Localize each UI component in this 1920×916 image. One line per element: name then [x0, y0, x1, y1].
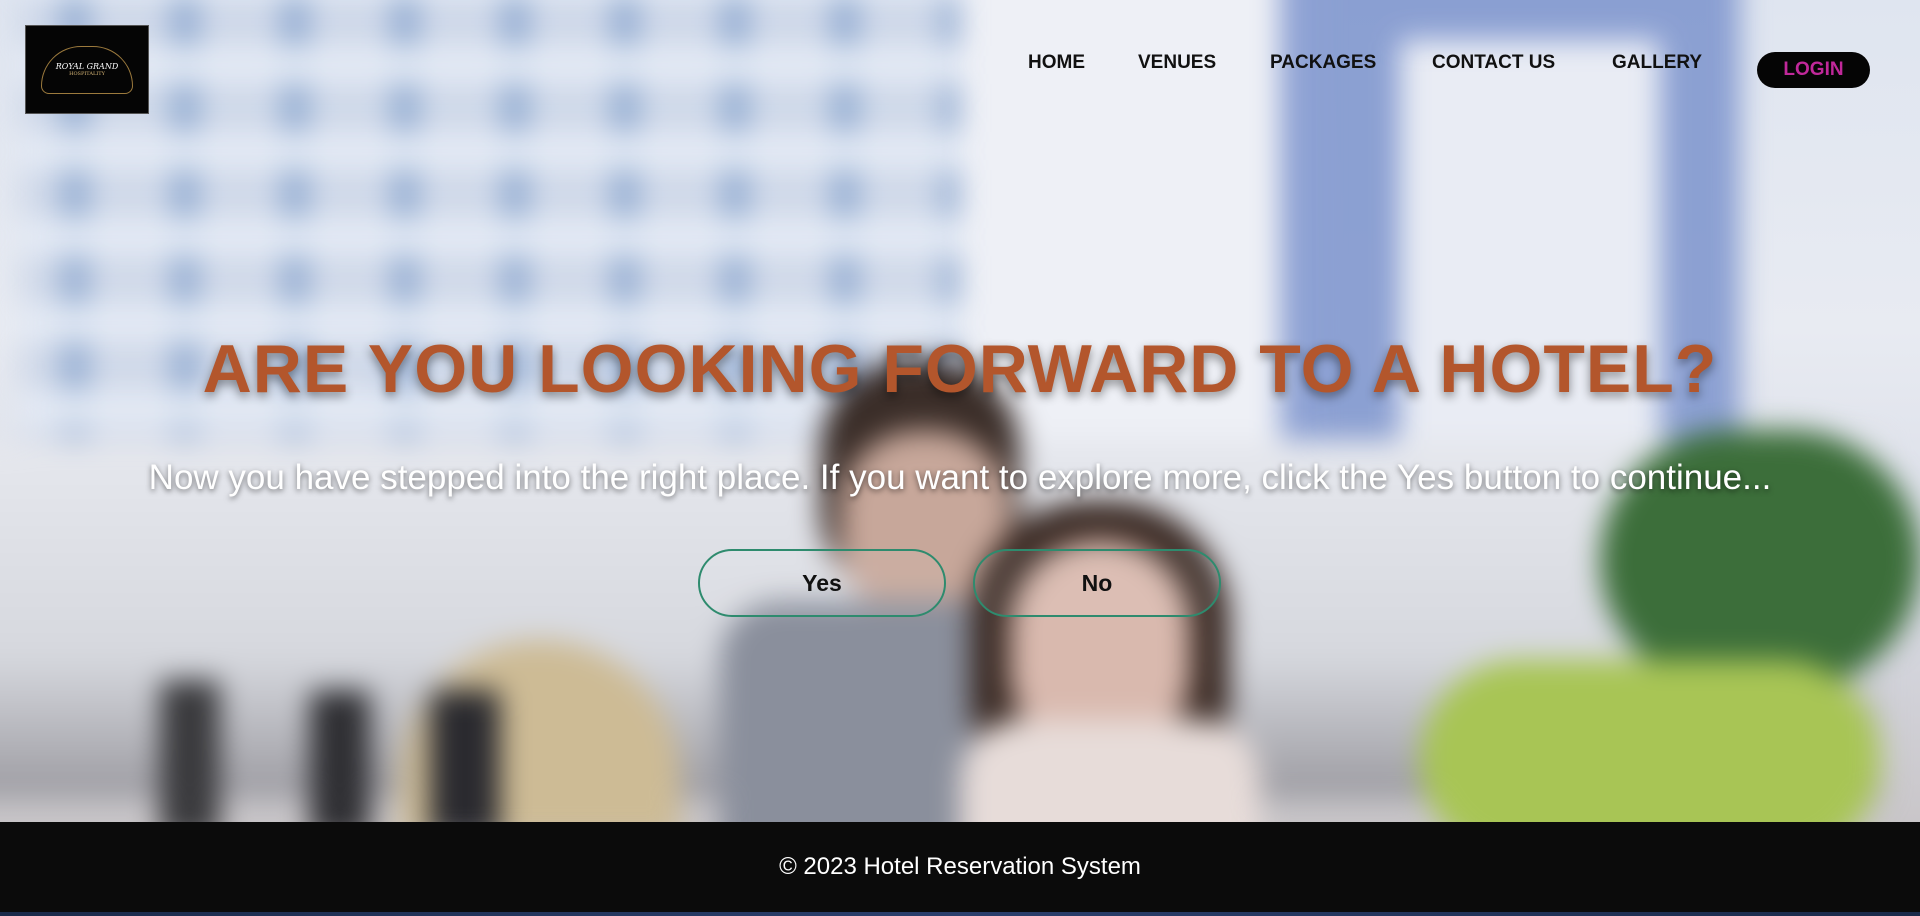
logo-subtitle: HOSPITALITY [69, 70, 105, 77]
nav-contact-link[interactable]: CONTACT US [1432, 52, 1555, 74]
hero-subtext: Now you have stepped into the right plac… [148, 458, 1772, 497]
nav-home-link[interactable]: HOME [1028, 52, 1085, 74]
nav-venues-link[interactable]: VENUES [1138, 52, 1216, 74]
footer-bottom-edge [0, 912, 1920, 916]
footer-copyright: © 2023 Hotel Reservation System [779, 853, 1141, 880]
hero-section [0, 0, 1920, 822]
hero-background-image [0, 0, 1920, 822]
logo-crest-icon: ROYAL GRAND HOSPITALITY [41, 45, 133, 94]
hero-headline: ARE YOU LOOKING FORWARD TO A HOTEL? [202, 331, 1718, 407]
nav-gallery-link[interactable]: GALLERY [1612, 52, 1702, 74]
logo-title: ROYAL GRAND [55, 61, 119, 71]
nav-packages-link[interactable]: PACKAGES [1270, 52, 1376, 74]
yes-button[interactable]: Yes [698, 549, 946, 617]
page: ROYAL GRAND HOSPITALITY HOME VENUES PACK… [0, 0, 1920, 916]
no-button[interactable]: No [973, 549, 1221, 617]
login-button[interactable]: LOGIN [1757, 52, 1870, 88]
brand-logo[interactable]: ROYAL GRAND HOSPITALITY [25, 25, 149, 114]
footer: © 2023 Hotel Reservation System [0, 822, 1920, 912]
